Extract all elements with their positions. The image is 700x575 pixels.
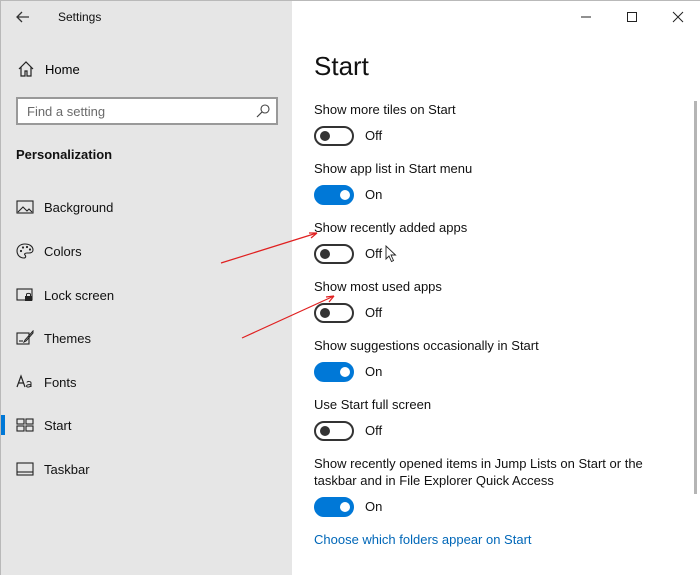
setting-label: Use Start full screen [314,397,432,412]
setting-label: Show most used apps [314,279,442,294]
sidebar: Settings Home Personalization Background [1,1,292,575]
maximize-button[interactable] [609,1,655,33]
window-controls [563,1,700,33]
sidebar-item-taskbar[interactable]: Taskbar [1,451,292,487]
toggle-row: On [314,497,654,519]
sidebar-item-background[interactable]: Background [1,189,292,225]
app-title: Settings [58,10,102,24]
sidebar-item-label: Themes [44,330,91,346]
setting-more-tiles: Show more tiles on Start Off [314,101,674,148]
toggle-knob [320,131,330,141]
setting-full-screen: Use Start full screen Off [314,396,674,443]
toggle-row: Off [314,421,674,443]
toggle-switch[interactable] [314,126,354,146]
toggle-row: Off [314,303,674,325]
toggle-knob [320,426,330,436]
setting-jump-lists: Show recently opened items in Jump Lists… [314,455,654,519]
setting-label: Show suggestions occasionally in Start [314,338,539,353]
scrollbar[interactable] [694,101,697,494]
search-box[interactable] [16,97,278,125]
toggle-row: On [314,185,674,207]
setting-label: Show recently opened items in Jump Lists… [314,456,643,488]
toggle-knob [320,308,330,318]
sidebar-item-label: Taskbar [44,461,90,477]
settings-window: Settings Home Personalization Background [0,0,700,575]
toggle-state: Off [365,128,383,143]
sidebar-item-colors[interactable]: Colors [1,233,292,269]
toggle-state: On [365,499,383,514]
toggle-knob [340,190,350,200]
home-nav-item[interactable]: Home [16,59,80,79]
start-icon [16,418,34,432]
toggle-switch[interactable] [314,421,354,441]
selected-indicator [1,415,5,435]
toggle-switch[interactable] [314,244,354,264]
close-button[interactable] [655,1,700,33]
toggle-row: Off [314,244,674,266]
section-title: Personalization [16,147,113,162]
toggle-switch[interactable] [314,303,354,323]
lock-screen-icon [16,288,33,301]
toggle-state: Off [365,305,383,320]
home-icon [18,61,34,77]
setting-label: Show app list in Start menu [314,161,473,176]
setting-recently-added: Show recently added apps Off [314,219,674,266]
sidebar-item-start[interactable]: Start [1,407,292,443]
search-input[interactable] [18,99,248,123]
back-arrow-icon [16,11,29,23]
folders-link[interactable]: Choose which folders appear on Start [314,532,532,547]
toggle-switch[interactable] [314,497,354,517]
setting-app-list: Show app list in Start menu On [314,160,674,207]
sidebar-item-label: Fonts [44,374,77,390]
sidebar-item-lock-screen[interactable]: Lock screen [1,277,292,313]
toggle-knob [320,249,330,259]
sidebar-item-themes[interactable]: Themes [1,320,292,356]
toggle-switch[interactable] [314,362,354,382]
mouse-cursor-icon [385,245,397,263]
setting-most-used: Show most used apps Off [314,278,674,325]
sidebar-item-label: Colors [44,243,82,259]
toggle-row: Off [314,126,674,148]
setting-suggestions: Show suggestions occasionally in Start O… [314,337,674,384]
close-icon [672,11,684,23]
toggle-state: On [365,187,383,202]
toggle-state: On [365,364,383,379]
toggle-row: On [314,362,674,384]
minimize-button[interactable] [563,1,609,33]
setting-label: Show recently added apps [314,220,468,235]
themes-icon [16,330,34,345]
palette-icon [16,243,34,259]
sidebar-item-fonts[interactable]: Fonts [1,364,292,400]
maximize-icon [627,12,637,22]
toggle-state: Off [365,246,383,261]
sidebar-item-label: Start [44,417,72,433]
home-label: Home [45,61,80,77]
taskbar-icon [16,462,34,476]
main-panel: Start Show more tiles on Start Off Show … [292,1,700,575]
sidebar-item-label: Background [44,199,114,215]
fonts-icon [16,374,32,388]
toggle-switch[interactable] [314,185,354,205]
sidebar-item-label: Lock screen [44,287,115,303]
picture-icon [16,200,34,214]
minimize-icon [581,16,591,18]
setting-label: Show more tiles on Start [314,102,456,117]
search-icon[interactable] [255,103,271,119]
back-button[interactable] [11,5,35,29]
toggle-knob [340,502,350,512]
toggle-knob [340,367,350,377]
toggle-state: Off [365,423,383,438]
page-title: Start [314,51,369,81]
